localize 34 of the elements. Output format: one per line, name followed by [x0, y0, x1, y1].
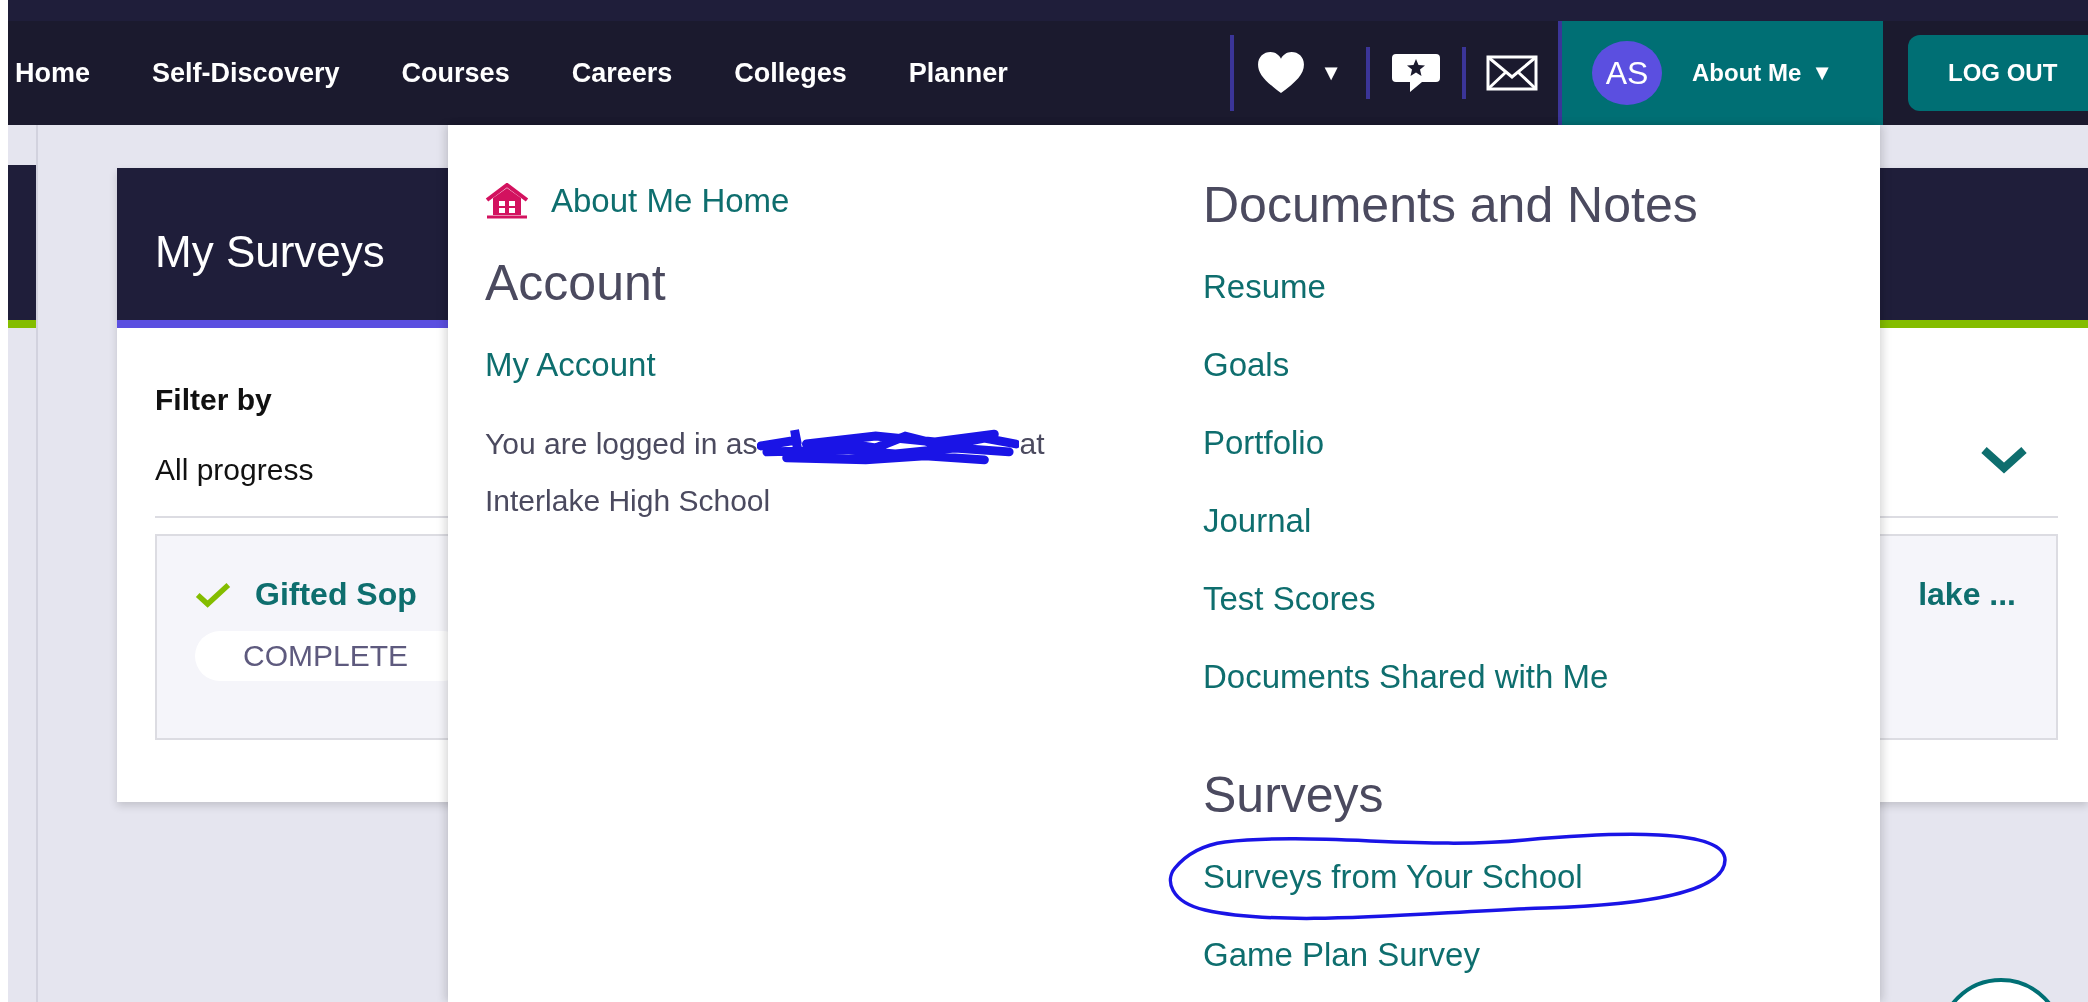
- nav-link[interactable]: Colleges: [734, 57, 847, 89]
- menu-link[interactable]: Resume: [1203, 268, 1326, 306]
- menu-link[interactable]: My Account: [485, 346, 656, 384]
- logout-button[interactable]: LOG OUT: [1908, 35, 2088, 111]
- login-note: You are logged in as: [485, 426, 758, 462]
- caret-icon[interactable]: ▼: [1320, 60, 1342, 86]
- menu-link[interactable]: Journal: [1203, 502, 1312, 540]
- nav-link[interactable]: Courses: [401, 57, 510, 89]
- nav-link[interactable]: Planner: [908, 57, 1008, 89]
- menu-heading: Surveys: [1203, 766, 1385, 825]
- survey-title[interactable]: lake ...: [1918, 576, 2016, 613]
- heart-icon[interactable]: [1256, 51, 1307, 95]
- nav-link[interactable]: Home: [15, 57, 90, 89]
- house-icon: [485, 183, 529, 219]
- chat-star-icon[interactable]: [1390, 52, 1442, 94]
- avatar: AS: [1592, 41, 1662, 105]
- menu-link[interactable]: Portfolio: [1203, 424, 1325, 462]
- about-me-menu[interactable]: AS About Me ▼: [1558, 21, 1883, 125]
- about-me-label: About Me: [1692, 59, 1802, 87]
- filter-label: Filter by: [155, 382, 273, 418]
- login-note: at: [1019, 426, 1045, 462]
- school-name: Interlake High School: [485, 483, 771, 519]
- menu-link[interactable]: Game Plan Survey: [1203, 936, 1480, 974]
- nav-link[interactable]: Careers: [571, 57, 673, 89]
- filter-value[interactable]: All progress: [155, 440, 314, 500]
- menu-heading: Documents and Notes: [1203, 176, 1699, 235]
- menu-link[interactable]: Documents Shared with Me: [1203, 658, 1609, 696]
- envelope-icon[interactable]: [1486, 55, 1538, 91]
- caret-icon: ▼: [1811, 60, 1834, 86]
- nav-link[interactable]: Self-Discovery: [152, 57, 340, 89]
- survey-title[interactable]: Gifted Sop: [255, 576, 417, 613]
- menu-link[interactable]: Goals: [1203, 346, 1290, 384]
- menu-link[interactable]: Test Scores: [1203, 580, 1376, 618]
- chevron-down-icon[interactable]: [1980, 446, 2028, 474]
